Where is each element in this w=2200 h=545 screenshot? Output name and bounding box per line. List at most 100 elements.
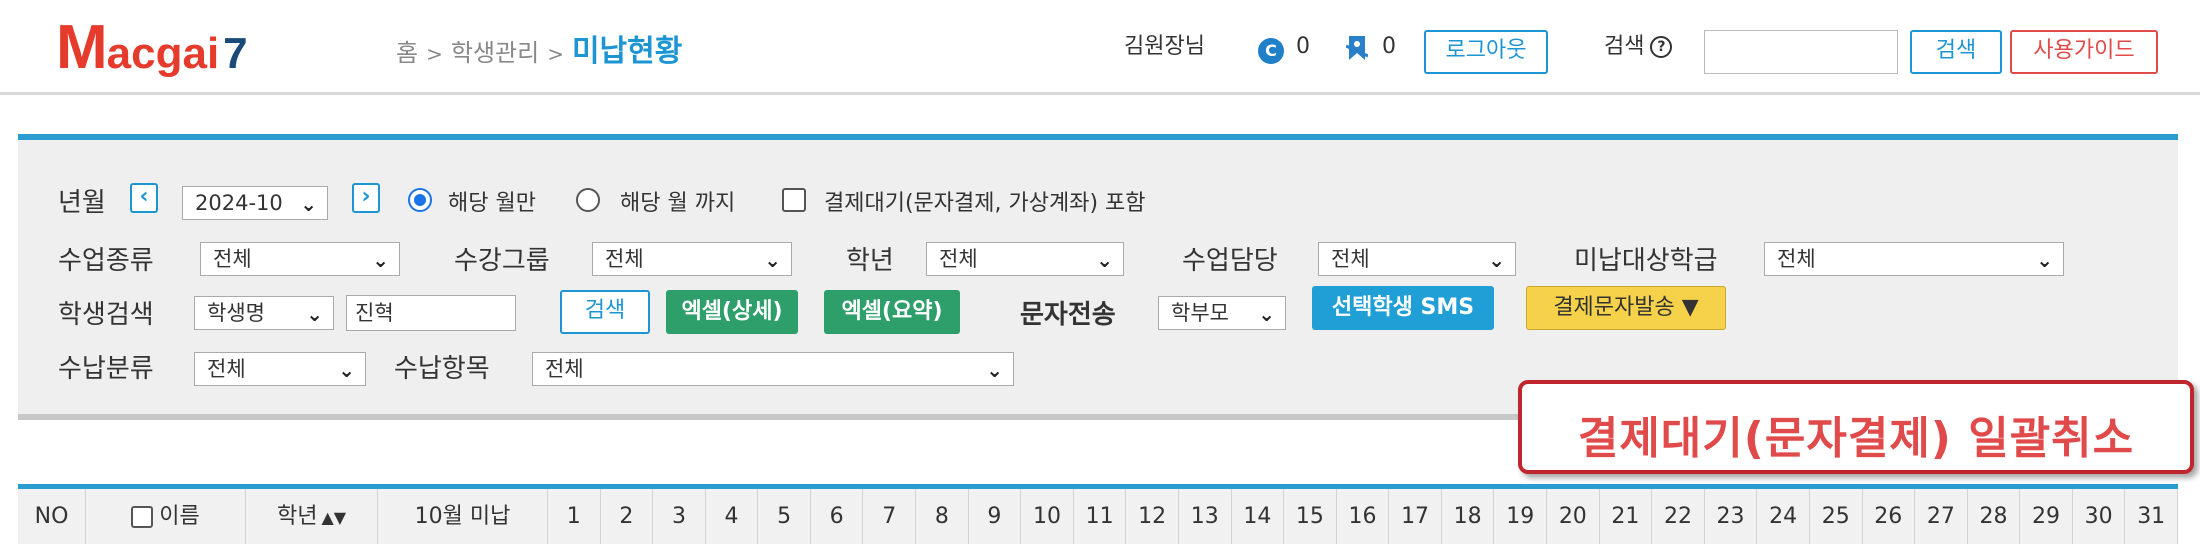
item-select[interactable]: 전체 ⌄ <box>532 352 1014 386</box>
col-day: 27 <box>1915 489 1968 544</box>
chevron-down-icon: ⌄ <box>1096 248 1113 272</box>
prev-month-button[interactable]: ‹ <box>130 183 158 213</box>
sms-target-value: 학부모 <box>1171 301 1229 325</box>
selected-sms-button[interactable]: 선택학생 SMS <box>1312 286 1494 330</box>
chevron-down-icon: ⌄ <box>306 302 323 326</box>
sms-label: 문자전송 <box>1020 300 1116 330</box>
search-label: 검색? <box>1604 28 1673 60</box>
col-grade-label: 학년 <box>276 504 318 529</box>
col-day: 20 <box>1547 489 1600 544</box>
col-name-label: 이름 <box>159 504 200 529</box>
logo-m: M <box>56 13 108 82</box>
target-class-select[interactable]: 전체 ⌄ <box>1764 242 2064 276</box>
breadcrumb: 홈 > 학생관리 > 미납현황 <box>396 26 682 70</box>
search-label-text: 검색 <box>1604 34 1645 59</box>
ribbon-icon <box>1346 36 1368 60</box>
col-no: NO <box>18 489 86 544</box>
category-label: 수납분류 <box>58 354 154 384</box>
col-day: 15 <box>1284 489 1337 544</box>
category-select[interactable]: 전체 ⌄ <box>194 352 366 386</box>
chevron-down-icon: ⌄ <box>2036 248 2053 272</box>
search-input[interactable] <box>1704 30 1898 74</box>
ribbon-count: 0 <box>1382 34 1396 59</box>
sms-target-select[interactable]: 학부모 ⌄ <box>1158 296 1286 330</box>
col-day: 22 <box>1652 489 1705 544</box>
chevron-down-icon: ⌄ <box>764 248 781 272</box>
logo-number: 7 <box>223 29 248 78</box>
col-day: 8 <box>916 489 969 544</box>
col-day: 14 <box>1232 489 1285 544</box>
col-day: 2 <box>601 489 654 544</box>
radio-until-month[interactable] <box>576 188 600 212</box>
breadcrumb-section[interactable]: 학생관리 <box>451 39 539 67</box>
col-day: 4 <box>706 489 759 544</box>
student-search-input[interactable]: 진혁 <box>346 295 516 331</box>
excel-summary-button[interactable]: 엑셀(요약) <box>824 290 960 334</box>
col-day: 9 <box>969 489 1022 544</box>
excel-detail-button[interactable]: 엑셀(상세) <box>666 290 798 334</box>
col-day: 3 <box>653 489 706 544</box>
col-grade[interactable]: 학년 ▲▼ <box>246 489 378 544</box>
logo-text: acgai <box>106 29 220 78</box>
next-month-button[interactable]: › <box>352 183 380 213</box>
col-day: 11 <box>1074 489 1127 544</box>
radio-month-only[interactable] <box>408 188 432 212</box>
teacher-value: 전체 <box>1331 247 1370 271</box>
target-class-label: 미납대상학급 <box>1574 246 1718 276</box>
coin-count: 0 <box>1296 34 1310 59</box>
student-search-field-value: 학생명 <box>207 301 265 325</box>
class-type-value: 전체 <box>213 247 252 271</box>
grade-select[interactable]: 전체 ⌄ <box>926 242 1124 276</box>
help-icon[interactable]: ? <box>1650 36 1673 58</box>
col-day: 23 <box>1705 489 1758 544</box>
coin-icon: C <box>1258 38 1284 64</box>
col-day: 28 <box>1968 489 2021 544</box>
col-day: 18 <box>1442 489 1495 544</box>
month-label: 년월 <box>58 188 106 218</box>
teacher-select[interactable]: 전체 ⌄ <box>1318 242 1516 276</box>
search-button[interactable]: 검색 <box>1910 30 2002 74</box>
class-type-select[interactable]: 전체 ⌄ <box>200 242 400 276</box>
col-day: 31 <box>2125 489 2178 544</box>
group-select[interactable]: 전체 ⌄ <box>592 242 792 276</box>
col-day: 29 <box>2020 489 2073 544</box>
unpaid-table-header: NO 이름 학년 ▲▼ 10월 미납 1 2 3 4 5 6 7 8 9 10 11 12 13 14 15 1… <box>18 484 2178 544</box>
chevron-down-icon: ⌄ <box>372 248 389 272</box>
select-all-checkbox[interactable] <box>131 506 154 528</box>
col-day: 12 <box>1126 489 1179 544</box>
filter-panel: 년월 ‹ 2024-10 ⌄ › 해당 월만 해당 월 까지 결제대기(문자결제,… <box>18 134 2178 420</box>
item-label: 수납항목 <box>394 354 490 384</box>
breadcrumb-home[interactable]: 홈 <box>396 39 418 67</box>
col-day: 24 <box>1757 489 1810 544</box>
teacher-label: 수업담당 <box>1182 246 1278 276</box>
col-day: 1 <box>548 489 601 544</box>
payment-sms-dropdown-button[interactable]: 결제문자발송 ▼ <box>1526 286 1726 330</box>
logout-button[interactable]: 로그아웃 <box>1424 30 1548 74</box>
filter-search-button[interactable]: 검색 <box>560 290 650 334</box>
col-day: 10 <box>1021 489 1074 544</box>
chevron-down-icon: ⌄ <box>1488 248 1505 272</box>
radio-month-only-label: 해당 월만 <box>448 191 536 216</box>
grade-label: 학년 <box>846 246 894 276</box>
radio-until-month-label: 해당 월 까지 <box>620 191 736 216</box>
col-day: 25 <box>1810 489 1863 544</box>
target-class-value: 전체 <box>1777 247 1816 271</box>
include-pending-checkbox[interactable] <box>782 188 806 212</box>
sort-icon[interactable]: ▲▼ <box>321 508 346 527</box>
chevron-down-icon: ⌄ <box>300 192 317 216</box>
col-day: 7 <box>863 489 917 544</box>
col-day: 6 <box>811 489 864 544</box>
breadcrumb-separator: > <box>426 42 443 66</box>
col-name: 이름 <box>86 489 246 544</box>
bulk-cancel-callout[interactable]: 결제대기(문자결제) 일괄취소 <box>1518 380 2194 474</box>
col-day: 30 <box>2073 489 2126 544</box>
group-value: 전체 <box>605 247 644 271</box>
student-search-field-select[interactable]: 학생명 ⌄ <box>194 296 334 330</box>
chevron-down-icon: ⌄ <box>986 358 1003 382</box>
col-day: 5 <box>758 489 811 544</box>
month-select[interactable]: 2024-10 ⌄ <box>182 186 328 220</box>
item-value: 전체 <box>545 357 584 381</box>
user-guide-button[interactable]: 사용가이드 <box>2010 30 2158 74</box>
col-day: 13 <box>1179 489 1232 544</box>
logo[interactable]: Macgai7 <box>56 8 248 104</box>
